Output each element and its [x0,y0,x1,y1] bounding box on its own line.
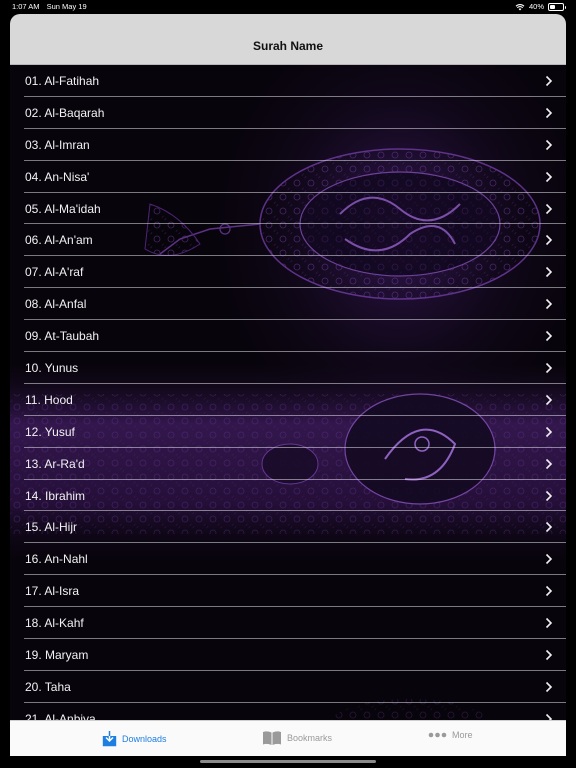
chevron-right-icon [545,171,553,182]
chevron-right-icon [545,75,553,87]
chevron-right-icon [545,267,553,278]
chevron-right-icon [545,522,553,533]
chevron-right-icon [545,618,553,629]
chevron-right-icon [545,139,553,150]
status-bar: 1:07 AM Sun May 19 40% [0,0,576,13]
navigation-bar: Surah Name [10,14,566,65]
surah-row[interactable]: 11. Hood [10,384,566,416]
chevron-right-icon [545,586,553,597]
surah-name: 11. Hood [25,392,73,407]
surah-name: 04. An-Nisa' [25,169,90,184]
battery-fill [550,4,555,9]
modal-sheet: Surah Name 01. Al-Fatihah 02. Al-Baqarah 0… [10,14,566,756]
surah-name: 03. Al-Imran [25,137,90,152]
surah-name: 06. Al-An'am [25,233,93,248]
chevron-right-icon [545,362,553,374]
surah-list[interactable]: 01. Al-Fatihah 02. Al-Baqarah 03. Al-Imran… [10,65,566,735]
surah-name: 18. Al-Kahf [25,616,84,631]
surah-name: 01. Al-Fatihah [25,73,100,88]
surah-row[interactable]: 10. Yunus [10,352,566,384]
surah-row[interactable]: 02. Al-Baqarah [10,97,566,129]
chevron-right-icon [545,458,553,469]
chevron-right-icon [545,235,553,246]
surah-name: 09. At-Taubah [25,329,100,344]
surah-name: 08. Al-Anfal [25,297,87,312]
surah-name: 07. Al-A'raf [25,265,84,280]
surah-row[interactable]: 08. Al-Anfal [10,288,566,321]
surah-row[interactable]: 14. Ibrahim [10,480,566,512]
page-title: Surah Name [252,39,324,53]
status-right: 40% [515,2,566,11]
surah-row[interactable]: 16. An-Nahl [10,543,566,576]
surah-name: 20. Taha [25,679,71,694]
battery-percent: 40% [528,2,544,11]
surah-name: 10. Yunus [25,360,79,375]
surah-row[interactable]: 15. Al-Hijr [10,511,566,544]
download-icon [102,731,117,747]
chevron-right-icon [545,330,553,342]
chevron-right-icon [545,554,553,565]
chevron-right-icon [545,299,553,310]
status-date: Sun May 19 [46,2,87,11]
surah-name: 17. Al-Isra [25,584,80,599]
tab-bar: Downloads Bookmarks More [10,720,566,756]
book-icon [263,731,281,745]
chevron-right-icon [545,649,553,661]
home-indicator[interactable] [200,760,376,763]
chevron-right-icon [545,394,553,405]
screen: 1:07 AM Sun May 19 40% Surah Name 01. Al… [0,0,576,768]
wifi-icon [515,3,525,10]
chevron-right-icon [545,681,553,692]
surah-row[interactable]: 20. Taha [10,671,566,703]
status-left: 1:07 AM Sun May 19 [12,2,92,11]
surah-name: 02. Al-Baqarah [25,105,105,120]
chevron-right-icon [545,426,553,437]
surah-row[interactable]: 03. Al-Imran [10,129,566,161]
battery-icon [548,2,566,11]
surah-row[interactable]: 05. Al-Ma'idah [10,193,566,225]
chevron-right-icon [545,203,553,214]
surah-row[interactable]: 01. Al-Fatihah [10,65,566,97]
tab-bookmarks[interactable]: Bookmarks [262,730,332,746]
tab-label: Downloads [122,733,167,744]
more-dots-icon [428,732,447,738]
surah-row[interactable]: 19. Maryam [10,639,566,671]
surah-name: 14. Ibrahim [25,488,86,503]
surah-name: 12. Yusuf [25,424,75,439]
surah-name: 15. Al-Hijr [25,520,78,535]
tab-label: Bookmarks [287,733,333,743]
tab-label: More [452,730,473,740]
surah-row[interactable]: 09. At-Taubah [10,320,566,352]
tab-more[interactable]: More [428,730,473,740]
surah-row[interactable]: 07. Al-A'raf [10,256,566,289]
surah-row[interactable]: 04. An-Nisa' [10,161,566,193]
surah-row[interactable]: 12. Yusuf [10,416,566,448]
chevron-right-icon [545,490,553,501]
surah-row[interactable]: 18. Al-Kahf [10,607,566,639]
surah-name: 16. An-Nahl [25,552,88,567]
tab-downloads[interactable]: Downloads [102,730,167,747]
surah-name: 13. Ar-Ra'd [25,456,85,471]
surah-name: 05. Al-Ma'idah [25,201,101,216]
surah-row[interactable]: 13. Ar-Ra'd [10,448,566,480]
surah-name: 19. Maryam [25,647,89,662]
status-time: 1:07 AM [12,2,40,11]
surah-row[interactable]: 17. Al-Isra [10,575,566,608]
surah-row[interactable]: 06. Al-An'am [10,224,566,257]
chevron-right-icon [545,107,553,118]
